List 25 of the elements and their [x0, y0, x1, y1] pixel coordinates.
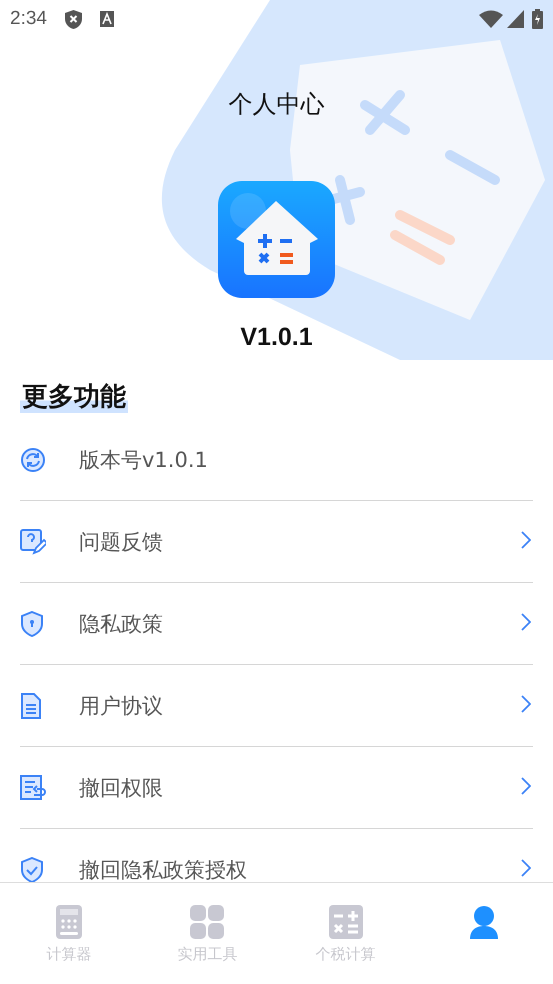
calculator-icon	[56, 905, 82, 939]
section-heading: 更多功能	[20, 382, 128, 414]
battery-icon	[532, 9, 543, 29]
version-label: V1.0.1	[240, 323, 313, 352]
shield-check-icon	[20, 856, 44, 882]
shield-x-icon	[64, 10, 82, 28]
document-icon	[20, 692, 42, 719]
chevron-right-icon	[521, 858, 531, 877]
menu-item[interactable]: 用户协议	[20, 665, 533, 748]
chevron-right-icon	[521, 776, 531, 795]
grid-icon	[190, 905, 224, 939]
wifi-icon	[479, 10, 503, 28]
math-symbols-icon	[328, 905, 363, 939]
list-undo-icon	[20, 774, 46, 801]
menu-item[interactable]: 隐私政策	[20, 583, 533, 666]
chevron-right-icon	[521, 612, 531, 631]
page-title: 个人中心	[228, 89, 324, 120]
shield-icon	[20, 610, 44, 637]
menu-item[interactable]: 撤回权限	[20, 747, 533, 830]
keyboard-a-icon	[100, 11, 114, 27]
refresh-icon	[20, 446, 46, 473]
status-time: 2:34	[10, 8, 47, 30]
signal-icon	[507, 10, 524, 28]
chevron-right-icon	[521, 694, 531, 713]
chevron-right-icon	[521, 530, 531, 549]
